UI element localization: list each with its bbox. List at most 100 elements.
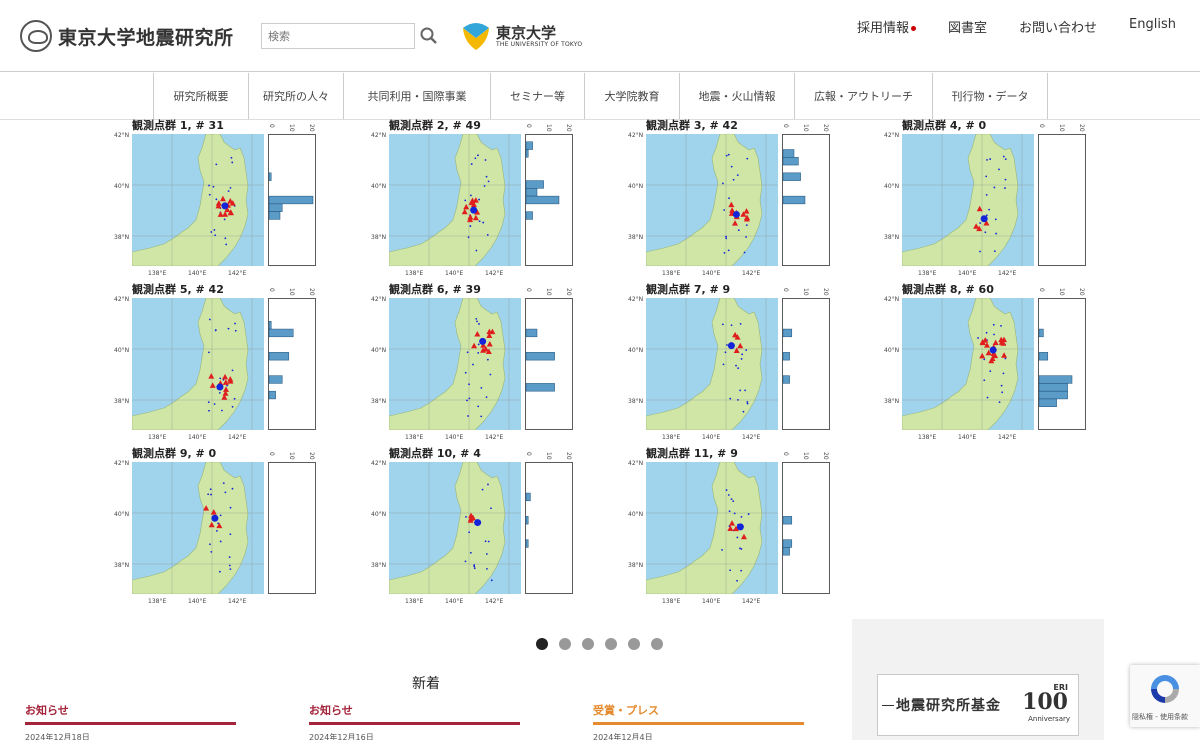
station-dot — [207, 493, 210, 496]
search-input[interactable] — [261, 23, 415, 49]
station-dot — [224, 237, 227, 240]
station-dot — [467, 236, 470, 239]
lat-tick-label: 42°N — [371, 296, 387, 303]
lon-tick-label: 142°E — [998, 434, 1017, 441]
top-link-recruit[interactable]: 採用情報 — [857, 17, 917, 36]
station-dot — [483, 185, 486, 187]
station-dot — [231, 161, 234, 164]
fund-banner[interactable]: 地震研究所基金 ERI 100 Anniversary — [877, 674, 1079, 736]
lon-tick-label: 140°E — [958, 434, 977, 441]
slider-dot[interactable] — [628, 638, 640, 650]
station-dot — [1000, 384, 1003, 387]
slider-dot[interactable] — [651, 638, 663, 650]
station-dot — [231, 487, 234, 490]
station-dot — [219, 514, 222, 517]
station-group-figure: 観測点群 10, # 4 42°N 40°N 38°N 138°E 140°E 142°E 0… — [367, 447, 607, 608]
station-dot — [231, 369, 234, 372]
station-dot — [737, 367, 740, 370]
slider-pagination — [536, 638, 663, 650]
news-item[interactable]: お知らせ 2024年12月18日 — [25, 702, 236, 740]
reference-station — [980, 215, 988, 223]
station-dot — [983, 358, 986, 361]
nav-item-seminar[interactable]: セミナー等 — [491, 73, 585, 119]
station-group-figure: 観測点群 4, # 0 42°N 40°N 38°N 138°E 140°E 142°E 0 1… — [880, 119, 1120, 280]
site-logo[interactable]: 東京大学地震研究所 — [20, 20, 234, 52]
slider-dot[interactable] — [536, 638, 548, 650]
nav-item-publications[interactable]: 刊行物・データ — [933, 73, 1048, 119]
station-dot — [745, 224, 748, 226]
top-link-english[interactable]: English — [1129, 17, 1176, 36]
station-dot — [721, 548, 723, 551]
station-dot — [733, 512, 736, 515]
station-dot — [214, 329, 217, 331]
hist-tick-label: 20 — [1078, 124, 1085, 132]
station-dot — [737, 398, 739, 401]
nav-item-about[interactable]: 研究所概要 — [154, 73, 249, 119]
lon-tick-label: 140°E — [445, 270, 464, 277]
hist-tick-label: 10 — [1058, 124, 1065, 132]
figure-title: 観測点群 5, # 42 — [132, 283, 224, 296]
lon-tick-label: 140°E — [702, 270, 721, 277]
reference-station — [732, 210, 740, 218]
hist-tick-label: 20 — [308, 452, 315, 460]
latitude-histogram — [525, 462, 573, 594]
hist-tick-label: 0 — [1038, 288, 1045, 292]
reference-station — [221, 202, 229, 210]
station-dot — [722, 182, 724, 185]
station-dot — [984, 231, 987, 234]
lat-tick-label: 40°N — [628, 347, 644, 354]
news-item[interactable]: お知らせ 2024年12月16日 — [309, 702, 520, 740]
station-dot — [208, 193, 211, 196]
slider-dot[interactable] — [605, 638, 617, 650]
station-dot — [470, 194, 472, 197]
station-dot — [472, 363, 474, 366]
reference-station — [474, 519, 482, 527]
top-link-library[interactable]: 図書室 — [948, 17, 987, 36]
station-dot — [739, 389, 742, 392]
station-group-figure: 観測点群 2, # 49 42°N 40°N 38°N 138°E 140°E 142°E 0… — [367, 119, 607, 280]
nav-item-joint-use[interactable]: 共同利用・国際事業 — [344, 73, 491, 119]
reference-station — [989, 346, 997, 354]
eri-emblem-icon — [20, 20, 52, 52]
figure-title: 観測点群 1, # 31 — [132, 119, 224, 132]
nav-item-people[interactable]: 研究所の人々 — [249, 73, 344, 119]
top-link-contact[interactable]: お問い合わせ — [1019, 17, 1097, 36]
station-dot — [478, 323, 480, 325]
nav-item-graduate[interactable]: 大学院教育 — [585, 73, 680, 119]
nav-item-eq-volcano[interactable]: 地震・火山情報 — [680, 73, 795, 119]
station-dot — [988, 208, 991, 211]
station-dot — [985, 193, 988, 196]
station-dot — [228, 556, 231, 559]
slider-dot[interactable] — [559, 638, 571, 650]
figure-title: 観測点群 4, # 0 — [902, 119, 987, 132]
hist-tick-label: 20 — [822, 452, 829, 460]
histogram-bar — [525, 492, 531, 502]
reference-station — [216, 383, 224, 391]
histogram-bar — [268, 328, 294, 338]
utokyo-logo[interactable]: 東京大学 THE UNIVERSITY OF TOKYO — [460, 20, 582, 52]
histogram-bar — [782, 157, 799, 166]
lon-tick-label: 138°E — [662, 434, 681, 441]
top-links: 採用情報 図書室 お問い合わせ English — [825, 17, 1176, 36]
histogram-bar — [268, 211, 281, 220]
station-dot — [736, 536, 739, 539]
station-dot — [721, 323, 724, 326]
slider-dot[interactable] — [582, 638, 594, 650]
figure-slider[interactable]: 観測点群 1, # 31 42°N 40°N 38°N 138°E 140°E 142°E 0… — [0, 119, 1200, 610]
histogram-bar — [782, 539, 793, 548]
recaptcha-badge[interactable]: 隠私権 - 使用条款 — [1130, 665, 1200, 727]
lat-tick-label: 38°N — [371, 562, 387, 569]
station-dot — [487, 540, 490, 543]
station-dot — [729, 569, 732, 572]
recaptcha-text: 隠私権 - 使用条款 — [1132, 713, 1188, 721]
station-dot — [215, 163, 218, 166]
station-dot — [998, 168, 1000, 171]
lon-tick-label: 142°E — [485, 270, 504, 277]
histogram-tick-labels: 0 10 20 — [782, 452, 829, 460]
latitude-histogram — [782, 298, 830, 430]
hist-tick-label: 20 — [565, 288, 572, 296]
nav-item-outreach[interactable]: 広報・アウトリーチ — [795, 73, 933, 119]
search-icon[interactable] — [419, 26, 439, 46]
news-item[interactable]: 受賞・プレス 2024年12月4日 — [593, 702, 804, 740]
station-dot — [209, 488, 212, 491]
